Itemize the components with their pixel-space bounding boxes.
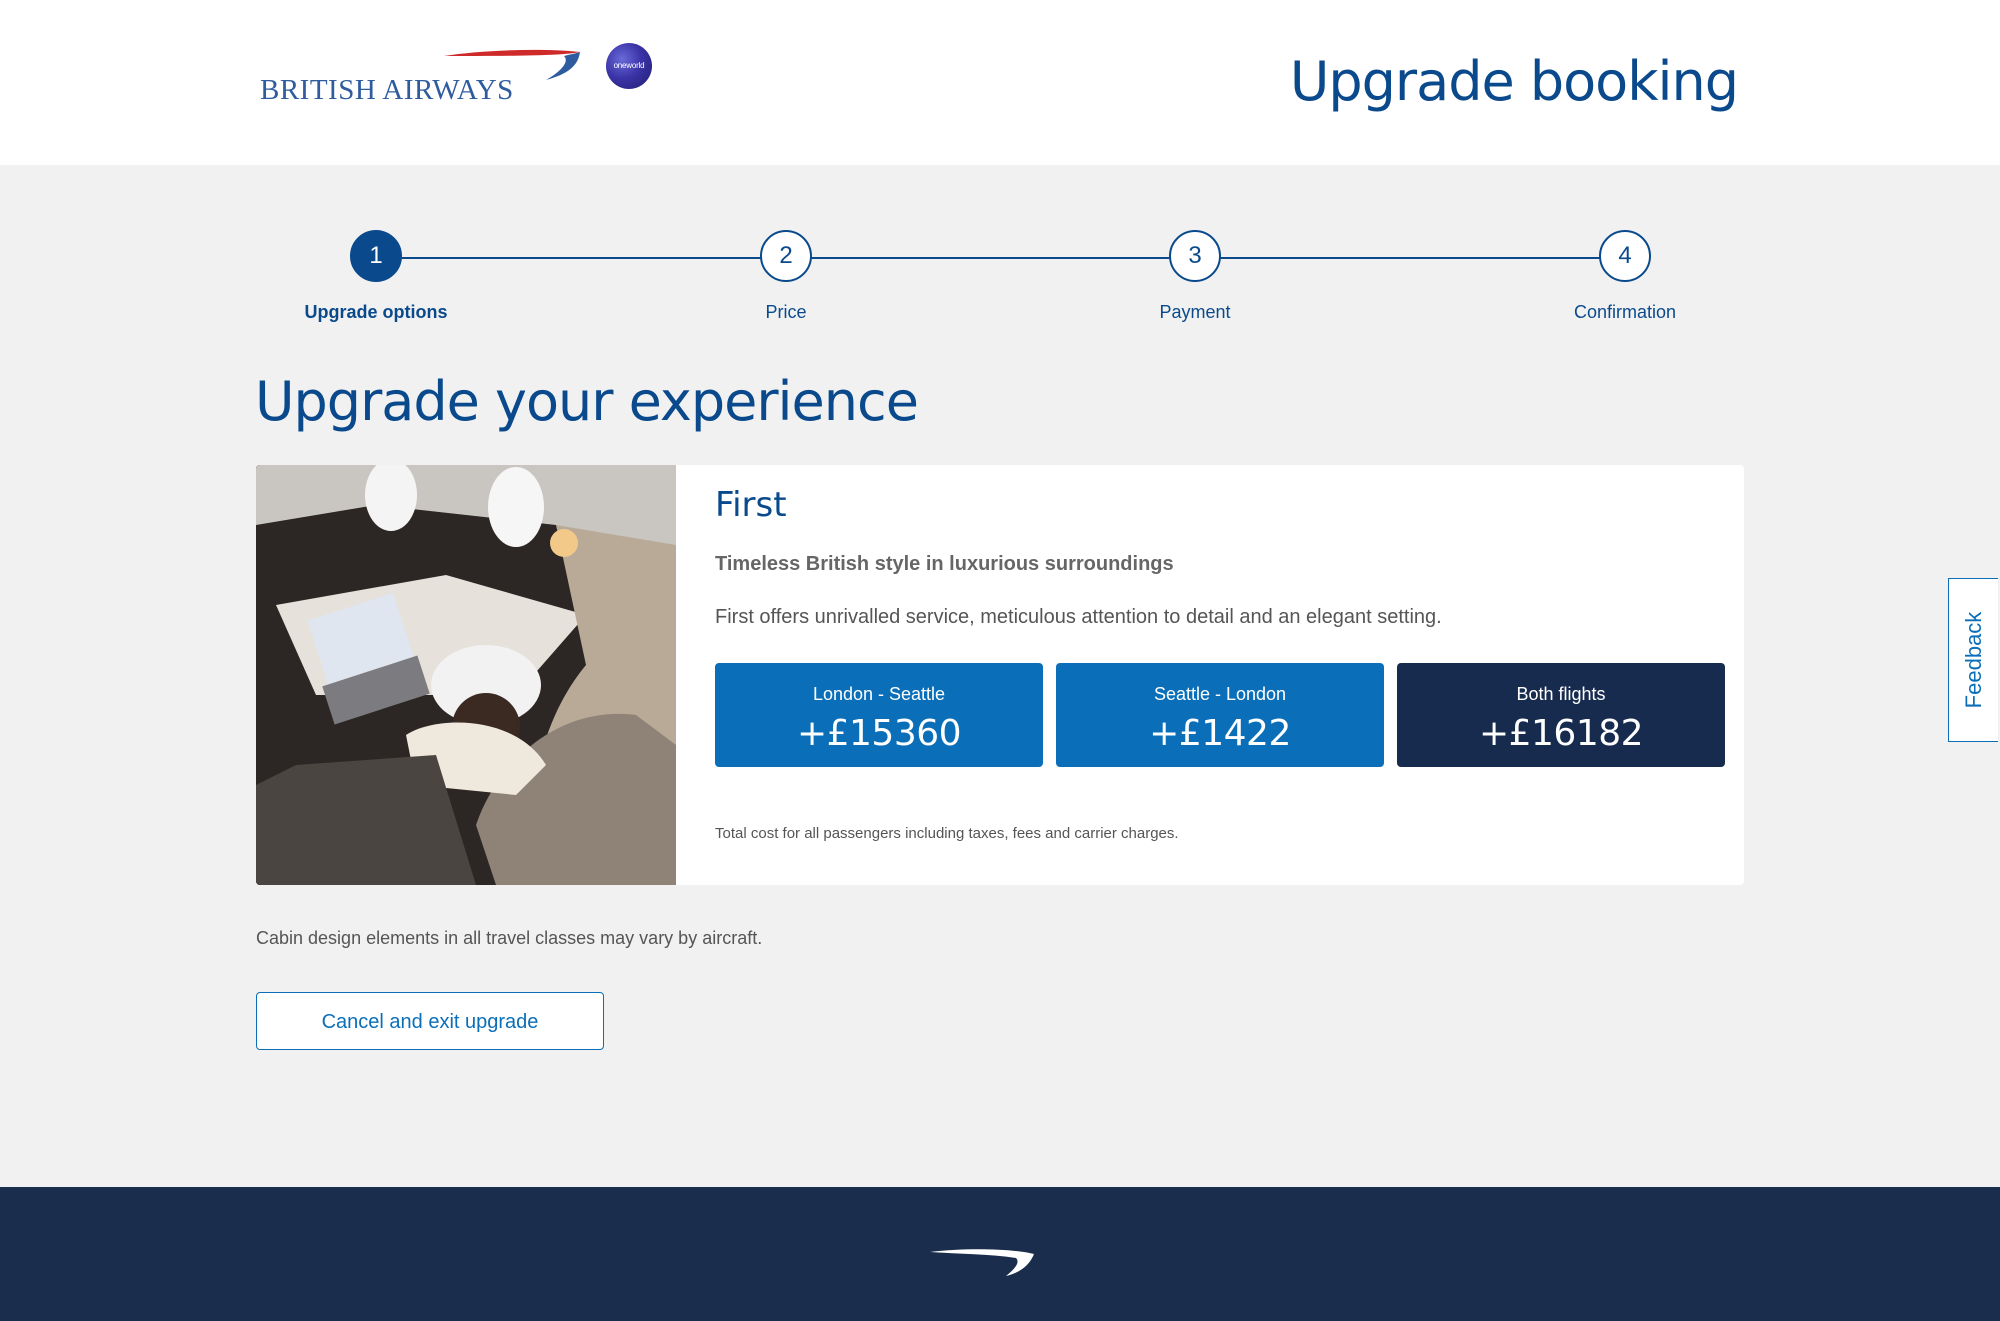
page-heading: Upgrade booking [1289,50,1739,113]
cabin-class-name: First [715,485,787,525]
price-options: London - Seattle +£15360 Seattle - Londo… [715,663,1725,767]
price-route: Seattle - London [1153,684,1287,704]
section-title: Upgrade your experience [255,370,919,433]
step-label: Upgrade options [304,302,448,322]
step-upgrade-options: 1 Upgrade options [276,230,476,323]
step-label: Payment [1159,302,1231,322]
site-header: BRITISH AIRWAYS oneworld Upgrade booking [0,0,2000,165]
oneworld-icon: oneworld [606,43,652,89]
step-price: 2 Price [686,230,886,323]
price-option-seattle-london[interactable]: Seattle - London +£1422 [1056,663,1384,767]
british-airways-logo[interactable]: BRITISH AIRWAYS [260,48,580,108]
price-route: Both flights [1516,684,1606,704]
price-route: London - Seattle [812,684,946,704]
first-class-offer-card: First Timeless British style in luxuriou… [256,465,1744,885]
price-amount: +£16182 [1478,713,1644,754]
speedmarque-icon [930,1249,1034,1276]
price-option-both-flights[interactable]: Both flights +£16182 [1397,663,1725,767]
step-confirmation: 4 Confirmation [1525,230,1725,323]
step-number: 2 [760,230,812,282]
step-label: Confirmation [1573,302,1677,322]
feedback-tab[interactable]: Feedback [1948,578,1998,742]
total-cost-note: Total cost for all passengers including … [715,825,1179,842]
price-option-london-seattle[interactable]: London - Seattle +£15360 [715,663,1043,767]
cabin-photo [256,465,676,885]
offer-tagline: Timeless British style in luxurious surr… [715,553,1174,575]
feedback-label: Feedback [1960,611,1986,709]
speedmarque-icon [444,49,580,80]
step-number: 4 [1599,230,1651,282]
step-payment: 3 Payment [1095,230,1295,323]
step-label: Price [765,302,807,322]
step-number: 1 [350,230,402,282]
price-amount: +£15360 [796,713,962,754]
offer-details: First Timeless British style in luxuriou… [715,485,1725,842]
cabin-disclaimer: Cabin design elements in all travel clas… [256,928,763,948]
price-amount: +£1422 [1149,713,1291,754]
offer-description: First offers unrivalled service, meticul… [715,606,1442,628]
progress-stepper: 1 Upgrade options 2 Price 3 Payment 4 Co… [0,230,2000,330]
cancel-exit-upgrade-button[interactable]: Cancel and exit upgrade [256,992,604,1050]
stepper-track [400,257,1624,259]
step-number: 3 [1169,230,1221,282]
